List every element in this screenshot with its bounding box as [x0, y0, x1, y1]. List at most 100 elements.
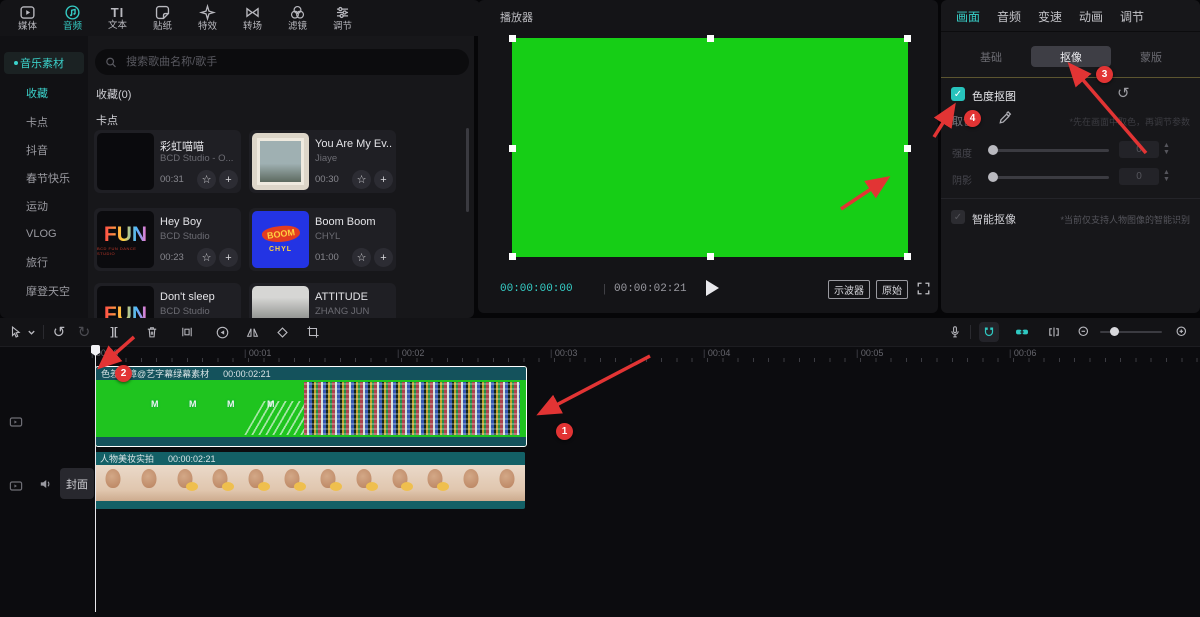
resize-handle[interactable] — [509, 253, 516, 260]
sidebar-item-vlog[interactable]: VLOG — [0, 223, 88, 245]
favorite-button[interactable]: ☆ — [197, 170, 216, 189]
stepper-buttons[interactable]: ▲▼ — [1163, 169, 1170, 183]
zoom-out-button[interactable] — [1074, 322, 1094, 342]
album-art — [252, 133, 309, 190]
favorite-button[interactable]: ☆ — [352, 170, 371, 189]
select-tool-dropdown[interactable] — [25, 322, 37, 342]
clip-duration: 00:00:02:21 — [168, 454, 216, 464]
sidebar-item-spring-festival[interactable]: 春节快乐 — [0, 167, 88, 189]
fullscreen-icon[interactable] — [916, 281, 931, 296]
mirror-button[interactable] — [242, 322, 262, 342]
track-toggle-icon[interactable] — [8, 478, 24, 494]
search-bar[interactable] — [95, 49, 469, 75]
slider-handle[interactable] — [1110, 327, 1119, 336]
sidebar-item-travel[interactable]: 旅行 — [0, 251, 88, 273]
clip-name: 色差故障@艺字幕绿幕素材 — [101, 367, 209, 380]
auto-snap-toggle[interactable] — [979, 322, 999, 342]
add-to-track-button[interactable]: + — [374, 170, 393, 189]
speaker-icon[interactable] — [38, 476, 54, 492]
star-icon: ☆ — [202, 173, 212, 186]
music-card[interactable]: You Are My Ev... Jiaye 00:30 ☆ + — [249, 130, 396, 193]
reverse-button[interactable] — [212, 322, 232, 342]
subtab-cutout[interactable]: 抠像 — [1031, 46, 1111, 67]
search-input[interactable] — [124, 55, 459, 69]
shadow-value-box[interactable]: 0 — [1119, 168, 1159, 185]
resize-handle[interactable] — [509, 145, 516, 152]
tab-transition[interactable]: 转场 — [231, 1, 274, 35]
resize-handle[interactable] — [904, 35, 911, 42]
tab-sticker[interactable]: 贴纸 — [141, 1, 184, 35]
redo-button[interactable]: ↻ — [74, 322, 94, 342]
preview-canvas-green-screen[interactable] — [512, 38, 908, 257]
record-voiceover-button[interactable] — [945, 322, 965, 342]
subtab-basic[interactable]: 基础 — [951, 46, 1031, 67]
smart-matting-checkbox[interactable]: ✓ — [951, 210, 965, 224]
freeze-frame-button[interactable] — [177, 322, 197, 342]
sidebar-item-beat[interactable]: 卡点 — [0, 111, 88, 133]
album-art: FUN — [97, 286, 154, 318]
tab-filter[interactable]: 滤镜 — [276, 1, 319, 35]
subtab-mask[interactable]: 蒙版 — [1111, 46, 1191, 67]
inspector-tab-adjust[interactable]: 调节 — [1120, 8, 1144, 25]
eyedropper-icon[interactable] — [998, 110, 1013, 125]
add-to-track-button[interactable]: + — [374, 248, 393, 267]
delete-button[interactable] — [142, 322, 162, 342]
tab-audio[interactable]: 音频 — [51, 1, 94, 35]
sidebar-item-douyin[interactable]: 抖音 — [0, 139, 88, 161]
music-card[interactable]: ♪ 彩虹喵喵 BCD Studio - O... 00:31 ☆ + — [94, 130, 241, 193]
green-screen-clip[interactable]: 色差故障@艺字幕绿幕素材 00:00:02:21 M M M M — [95, 366, 527, 447]
ruler-label: 00:01 — [244, 348, 271, 358]
rotate-button[interactable] — [272, 322, 292, 342]
split-button[interactable]: ][ — [104, 322, 124, 342]
music-card[interactable]: FUN Don't sleep BCD Studio — [94, 283, 241, 318]
shadow-slider[interactable] — [989, 176, 1109, 179]
tab-text[interactable]: TI 文本 — [96, 1, 139, 35]
resize-handle[interactable] — [707, 253, 714, 260]
inspector-tab-animation[interactable]: 动画 — [1079, 8, 1103, 25]
sidebar-item-music-material[interactable]: 音乐素材 — [4, 52, 84, 74]
tab-effects[interactable]: 特效 — [186, 1, 229, 35]
tab-media[interactable]: 媒体 — [6, 1, 49, 35]
sidebar-item-sports[interactable]: 运动 — [0, 195, 88, 217]
resize-handle[interactable] — [904, 145, 911, 152]
inspector-tab-picture[interactable]: 画面 — [956, 8, 980, 25]
library-scrollbar[interactable] — [466, 128, 469, 212]
preview-axis-toggle[interactable] — [1044, 322, 1064, 342]
select-tool-button[interactable] — [6, 322, 26, 342]
add-to-track-button[interactable]: + — [219, 248, 238, 267]
timeline-ruler[interactable]: 00:00 00:01 00:02 00:03 00:04 00:05 00:0… — [88, 346, 1200, 364]
stepper-buttons[interactable]: ▲▼ — [1163, 142, 1170, 156]
zoom-in-button[interactable] — [1172, 322, 1192, 342]
sidebar-item-modern-sky[interactable]: 摩登天空 — [0, 280, 88, 302]
music-card[interactable]: BOOMCHYL Boom Boom CHYL 01:00 ☆ + — [249, 208, 396, 271]
track-toggle-icon[interactable] — [8, 414, 24, 430]
scope-button[interactable]: 示波器 — [828, 280, 870, 299]
intensity-value-box[interactable]: 0 — [1119, 141, 1159, 158]
tab-sticker-label: 贴纸 — [153, 22, 172, 32]
sidebar-item-favorites[interactable]: 收藏 — [0, 82, 88, 104]
undo-button[interactable]: ↺ — [49, 322, 69, 342]
crop-button[interactable] — [303, 322, 323, 342]
favorite-button[interactable]: ☆ — [352, 248, 371, 267]
beauty-footage-clip[interactable]: 人物美妆实拍 00:00:02:21 — [95, 452, 525, 509]
chroma-key-checkbox[interactable]: ✓ — [951, 87, 965, 101]
play-button[interactable] — [706, 280, 719, 296]
music-card[interactable]: ATTITUDE ZHANG JUN — [249, 283, 396, 318]
reset-icon[interactable]: ↺ — [1117, 86, 1130, 101]
timeline-zoom-slider[interactable] — [1100, 331, 1162, 333]
resize-handle[interactable] — [509, 35, 516, 42]
intensity-slider[interactable] — [989, 149, 1109, 152]
inspector-tab-speed[interactable]: 变速 — [1038, 8, 1062, 25]
cover-button[interactable]: 封面 — [60, 468, 94, 499]
favorite-button[interactable]: ☆ — [197, 248, 216, 267]
original-ratio-button[interactable]: 原始 — [876, 280, 908, 299]
resize-handle[interactable] — [707, 35, 714, 42]
resize-handle[interactable] — [904, 253, 911, 260]
add-to-track-button[interactable]: + — [219, 170, 238, 189]
music-card[interactable]: FUNBCD FUN DANCE STUDIO Hey Boy BCD Stud… — [94, 208, 241, 271]
slider-handle[interactable] — [988, 172, 998, 182]
tab-adjust[interactable]: 调节 — [321, 1, 364, 35]
slider-handle[interactable] — [988, 145, 998, 155]
inspector-tab-audio[interactable]: 音频 — [997, 8, 1021, 25]
linkage-toggle[interactable] — [1012, 322, 1032, 342]
